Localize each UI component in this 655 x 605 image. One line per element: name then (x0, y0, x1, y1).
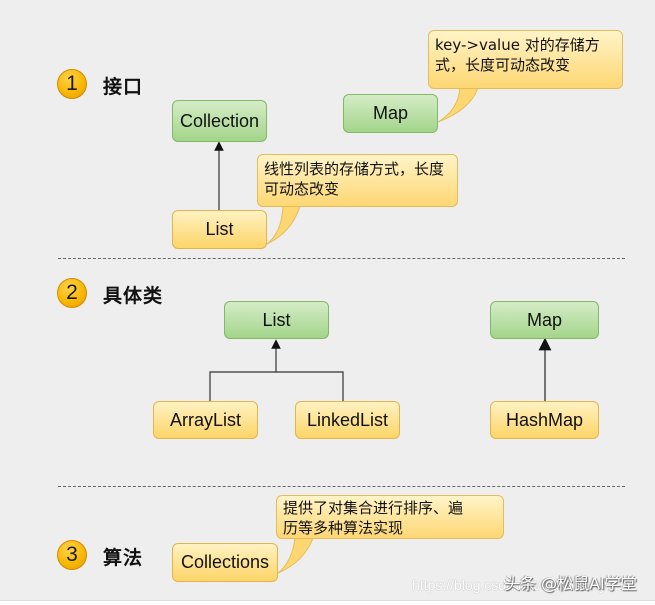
section-2-title: 具体类 (103, 285, 164, 307)
map-note-callout: key->value 对的存储方 式，长度可动态改变 (428, 30, 623, 89)
section-2-badge: 2 (57, 278, 87, 308)
collections-node[interactable]: Collections (172, 543, 278, 582)
list-note-callout: 线性列表的存储方式，长度 可动态改变 (257, 154, 458, 207)
section-3-title: 算法 (103, 547, 144, 569)
section-divider-1 (58, 258, 625, 259)
diagram-canvas: 1 接口 Collection Map key->value 对的存储方 式，长… (0, 0, 655, 605)
arraylist-node[interactable]: ArrayList (153, 401, 258, 439)
list-class-node[interactable]: List (224, 301, 329, 339)
collection-node[interactable]: Collection (172, 100, 267, 142)
section-3-badge: 3 (57, 540, 87, 570)
section-1-title: 接口 (103, 76, 144, 98)
collections-note-callout: 提供了对集合进行排序、遍 历等多种算法实现 (276, 495, 504, 539)
map-class-node[interactable]: Map (490, 301, 599, 339)
section-1-badge: 1 (57, 69, 87, 99)
linkedlist-node[interactable]: LinkedList (295, 401, 400, 439)
list-interface-node[interactable]: List (172, 210, 267, 249)
map-interface-node[interactable]: Map (343, 94, 438, 133)
hashmap-node[interactable]: HashMap (490, 401, 599, 439)
watermark-credit: 头条 @松鼠AI学堂 (504, 574, 637, 593)
section-divider-2 (58, 486, 625, 487)
